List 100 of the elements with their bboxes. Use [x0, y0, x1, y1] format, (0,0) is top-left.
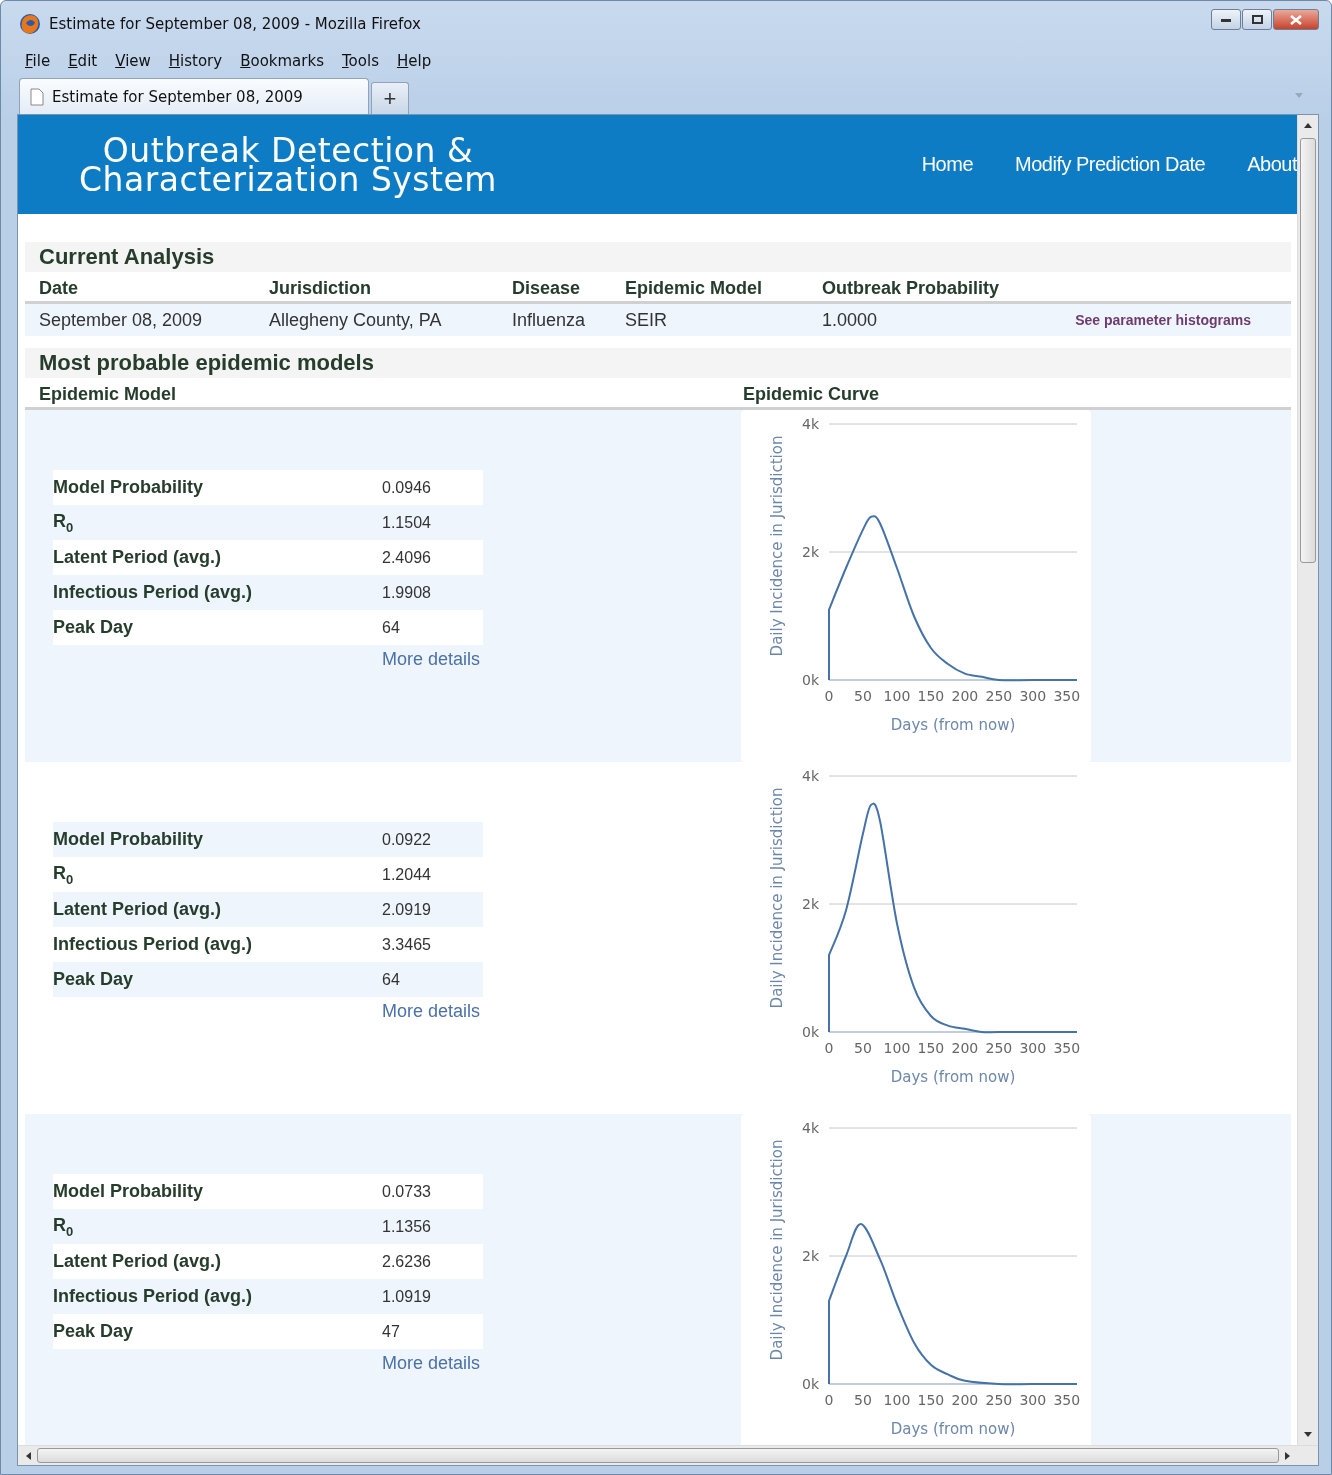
tick-label: 4k [802, 416, 819, 432]
parameter-label: R$_{0}$ [53, 1214, 75, 1239]
menu-item[interactable]: Help [396, 52, 432, 70]
menu-item[interactable]: File [25, 52, 51, 70]
tick-label: 50 [854, 1392, 872, 1408]
table-cell-text: SEIR [625, 309, 668, 331]
minimize-button[interactable] [1211, 9, 1241, 30]
parameter-label: Model Probability [53, 1181, 204, 1202]
column-header: Date [39, 278, 79, 299]
menu-item[interactable]: Tools [342, 52, 379, 70]
left-arrow-icon[interactable] [26, 1451, 31, 1460]
scrollbar-thumb[interactable] [1300, 138, 1316, 563]
parameter-label: R$_{0}$ [53, 510, 75, 535]
parameter-value: 2.6236 [382, 1252, 432, 1271]
tick-label: 100 [883, 688, 911, 704]
histograms-link[interactable]: See parameter histograms [1075, 312, 1251, 328]
tick-label: 350 [1053, 1040, 1081, 1056]
scrollbar-thumb[interactable] [37, 1448, 1279, 1463]
axis-title: Daily Incidence in Jurisdiction [768, 435, 786, 657]
axis-title: Days (from now) [890, 1420, 1016, 1438]
menu-item[interactable]: History [168, 52, 223, 70]
tick-label: 50 [854, 1040, 872, 1056]
parameter-value: 1.2044 [382, 865, 432, 884]
parameter-value: 64 [382, 970, 401, 989]
page-icon [30, 87, 44, 106]
tick-label: 0 [824, 1392, 834, 1408]
right-arrow-icon[interactable] [1285, 1451, 1290, 1460]
parameter-value: 3.3465 [382, 935, 432, 954]
nav-link[interactable]: Home [921, 153, 974, 176]
tick-label: 100 [883, 1040, 911, 1056]
section-heading: Current Analysis [25, 242, 1291, 272]
parameter-value: 1.0919 [382, 1287, 432, 1306]
table-cell-text: Influenza [512, 309, 587, 331]
tick-label: 150 [917, 688, 945, 704]
menu-item[interactable]: View [115, 52, 151, 70]
parameter-label: R$_{0}$ [53, 862, 75, 887]
axis-title: Days (from now) [890, 1068, 1016, 1086]
tick-label: 300 [1019, 1040, 1047, 1056]
tick-label: 350 [1053, 1392, 1081, 1408]
tick-label: 200 [951, 1392, 979, 1408]
parameter-label: Infectious Period (avg.) [53, 934, 254, 955]
tick-label: 200 [951, 688, 979, 704]
window-title: Estimate for September 08, 2009 - Mozilla Firefox [49, 14, 422, 33]
parameter-value: 2.0919 [382, 900, 432, 919]
parameter-label: Latent Period (avg.) [53, 899, 223, 920]
tick-label: 0 [824, 688, 834, 704]
more-details-link[interactable]: More details [382, 1353, 481, 1374]
parameter-value: 1.1356 [382, 1217, 432, 1236]
tick-label: 0k [802, 1024, 819, 1040]
more-details-link[interactable]: More details [382, 1001, 481, 1022]
close-button[interactable] [1273, 9, 1319, 30]
parameter-value: 47 [382, 1322, 401, 1341]
parameter-label: Peak Day [53, 969, 135, 990]
tick-label: 300 [1019, 688, 1047, 704]
parameter-value: 1.9908 [382, 583, 432, 602]
nav-link[interactable]: Modify Prediction Date [1015, 153, 1206, 176]
horizontal-scrollbar[interactable] [18, 1445, 1318, 1465]
axis-title: Daily Incidence in Jurisdiction [768, 1139, 786, 1361]
axis-title: Days (from now) [890, 716, 1016, 734]
parameter-label: Model Probability [53, 829, 204, 850]
minimize-icon [1221, 17, 1231, 22]
column-header: Jurisdiction [269, 278, 372, 299]
tick-label: 250 [985, 1392, 1013, 1408]
vertical-scrollbar[interactable] [1297, 115, 1318, 1445]
tick-label: 2k [802, 544, 819, 560]
parameter-label: Infectious Period (avg.) [53, 1286, 254, 1307]
tick-label: 350 [1053, 688, 1081, 704]
tick-label: 4k [802, 768, 819, 784]
column-header: Outbreak Probability [822, 278, 1001, 299]
tick-label: 100 [883, 1392, 911, 1408]
tick-label: 2k [802, 896, 819, 912]
down-arrow-icon[interactable] [1304, 1432, 1312, 1437]
tick-label: 0k [802, 672, 819, 688]
menu-item[interactable]: Edit [68, 52, 98, 70]
axis-title: Daily Incidence in Jurisdiction [768, 787, 786, 1009]
column-header: Epidemic Model [39, 384, 178, 405]
column-header: Epidemic Curve [743, 384, 881, 405]
close-icon [1290, 14, 1302, 25]
nav-link[interactable]: About [1247, 153, 1297, 176]
tick-label: 200 [951, 1040, 979, 1056]
parameter-value: 1.1504 [382, 513, 432, 532]
up-arrow-icon[interactable] [1304, 123, 1312, 128]
section-heading: Most probable epidemic models [25, 348, 1291, 378]
parameter-label: Infectious Period (avg.) [53, 582, 254, 603]
parameter-label: Peak Day [53, 1321, 135, 1342]
menu-item[interactable]: Bookmarks [240, 52, 324, 70]
tick-label: 250 [985, 688, 1013, 704]
parameter-label: Model Probability [53, 477, 204, 498]
table-cell-text: Allegheny County, PA [269, 309, 443, 331]
more-details-link[interactable]: More details [382, 649, 481, 670]
new-tab-button[interactable]: + [371, 82, 409, 114]
browser-tab[interactable]: Estimate for September 08, 2009 [19, 78, 369, 114]
maximize-button[interactable] [1242, 9, 1272, 30]
parameter-value: 64 [382, 618, 401, 637]
parameter-value: 0.0946 [382, 478, 432, 497]
tick-label: 50 [854, 688, 872, 704]
tick-label: 150 [917, 1040, 945, 1056]
table-cell-text: September 08, 2009 [39, 309, 204, 331]
tick-label: 150 [917, 1392, 945, 1408]
tick-label: 0 [824, 1040, 834, 1056]
